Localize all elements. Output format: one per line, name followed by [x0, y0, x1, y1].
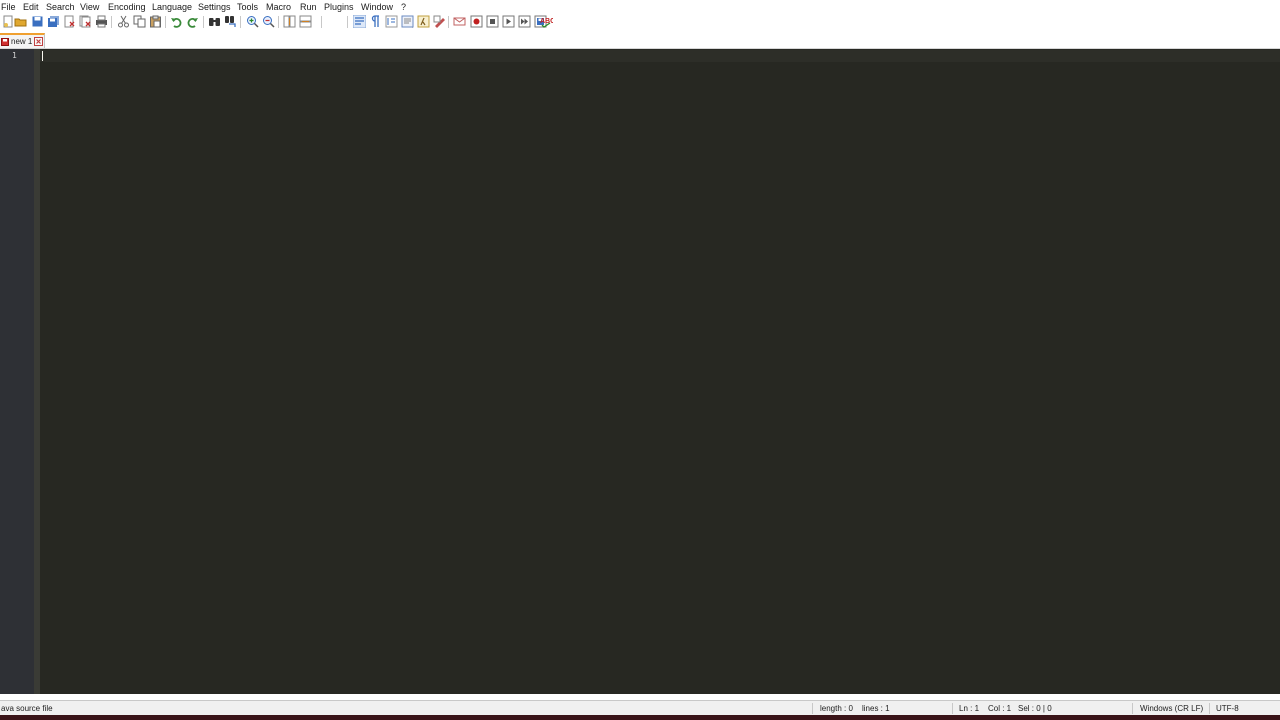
menu-tools[interactable]: Tools	[237, 1, 258, 13]
open-file-icon[interactable]	[14, 15, 27, 28]
save-all-icon[interactable]	[47, 15, 60, 28]
tab-close-icon[interactable]	[34, 37, 43, 46]
menu-macro[interactable]: Macro	[266, 1, 291, 13]
sync-horizontal-icon[interactable]	[299, 15, 312, 28]
sync-vertical-icon[interactable]	[283, 15, 296, 28]
monitoring-icon[interactable]	[453, 15, 466, 28]
find-icon[interactable]	[208, 15, 221, 28]
close-icon[interactable]	[63, 15, 76, 28]
status-sel: Sel : 0 | 0	[1018, 704, 1052, 713]
run-macro-multiple-icon[interactable]	[518, 15, 531, 28]
print-icon[interactable]	[95, 15, 108, 28]
spell-check-icon[interactable]: ABC	[540, 15, 553, 28]
status-divider	[952, 703, 953, 714]
notepad-window: File Edit Search View Encoding Language …	[0, 0, 1280, 720]
menu-help[interactable]: ?	[401, 1, 406, 13]
status-divider	[1132, 703, 1133, 714]
save-icon[interactable]	[31, 15, 44, 28]
menu-edit[interactable]: Edit	[23, 1, 39, 13]
menu-settings[interactable]: Settings	[198, 1, 231, 13]
document-map-icon[interactable]	[401, 15, 414, 28]
close-all-icon[interactable]	[79, 15, 92, 28]
paste-icon[interactable]	[149, 15, 162, 28]
playback-macro-icon[interactable]	[502, 15, 515, 28]
menu-plugins[interactable]: Plugins	[324, 1, 354, 13]
show-all-chars-icon[interactable]	[369, 15, 382, 28]
toolbar-separator	[111, 16, 112, 28]
cut-icon[interactable]	[117, 15, 130, 28]
toolbar-separator	[448, 16, 449, 28]
copy-icon[interactable]	[133, 15, 146, 28]
status-col: Col : 1	[988, 704, 1012, 713]
toolbar-separator	[347, 16, 348, 28]
toolbar-separator	[321, 16, 322, 28]
menu-search[interactable]: Search	[46, 1, 75, 13]
status-divider	[812, 703, 813, 714]
status-ln: Ln : 1	[959, 704, 980, 713]
menu-window[interactable]: Window	[361, 1, 393, 13]
unsaved-document-icon	[1, 38, 9, 46]
line-number-gutter: 1	[0, 49, 34, 694]
status-divider	[1209, 703, 1210, 714]
status-lines: lines : 1	[862, 704, 890, 713]
line-number: 1	[12, 51, 17, 60]
menu-encoding[interactable]: Encoding	[108, 1, 146, 13]
menu-file[interactable]: File	[1, 1, 16, 13]
tab-new-1[interactable]: new 1	[0, 33, 45, 48]
svg-text:ABC: ABC	[540, 18, 553, 25]
taskbar-edge	[0, 715, 1280, 720]
menu-view[interactable]: View	[80, 1, 99, 13]
stop-recording-icon[interactable]	[486, 15, 499, 28]
text-caret	[42, 51, 43, 61]
folder-as-workspace-icon[interactable]	[433, 15, 446, 28]
undo-icon[interactable]	[170, 15, 183, 28]
indent-guide-icon[interactable]	[385, 15, 398, 28]
status-eol[interactable]: Windows (CR LF)	[1140, 704, 1203, 714]
tab-bar: new 1	[0, 30, 1280, 49]
menu-language[interactable]: Language	[152, 1, 192, 13]
zoom-in-icon[interactable]	[246, 15, 259, 28]
status-encoding[interactable]: UTF-8	[1216, 704, 1239, 714]
menu-run[interactable]: Run	[300, 1, 317, 13]
menu-bar: File Edit Search View Encoding Language …	[0, 0, 1280, 14]
editor-area[interactable]: 1	[0, 49, 1280, 694]
status-bar: ava source file length : 0 lines : 1 Ln …	[0, 700, 1280, 715]
status-length: length : 0	[820, 704, 853, 713]
toolbar-separator	[203, 16, 204, 28]
status-file-type-hint: ava source file	[1, 704, 53, 713]
toolbar: ABC	[0, 14, 1280, 30]
toolbar-separator	[278, 16, 279, 28]
word-wrap-icon[interactable]	[353, 15, 366, 28]
record-macro-icon[interactable]	[470, 15, 483, 28]
tab-label: new 1	[11, 37, 33, 46]
function-list-icon[interactable]	[417, 15, 430, 28]
zoom-out-icon[interactable]	[262, 15, 275, 28]
toolbar-separator	[240, 16, 241, 28]
fold-margin[interactable]	[34, 49, 40, 694]
redo-icon[interactable]	[186, 15, 199, 28]
current-line-highlight	[40, 50, 1280, 62]
replace-icon[interactable]	[224, 15, 237, 28]
toolbar-separator	[165, 16, 166, 28]
